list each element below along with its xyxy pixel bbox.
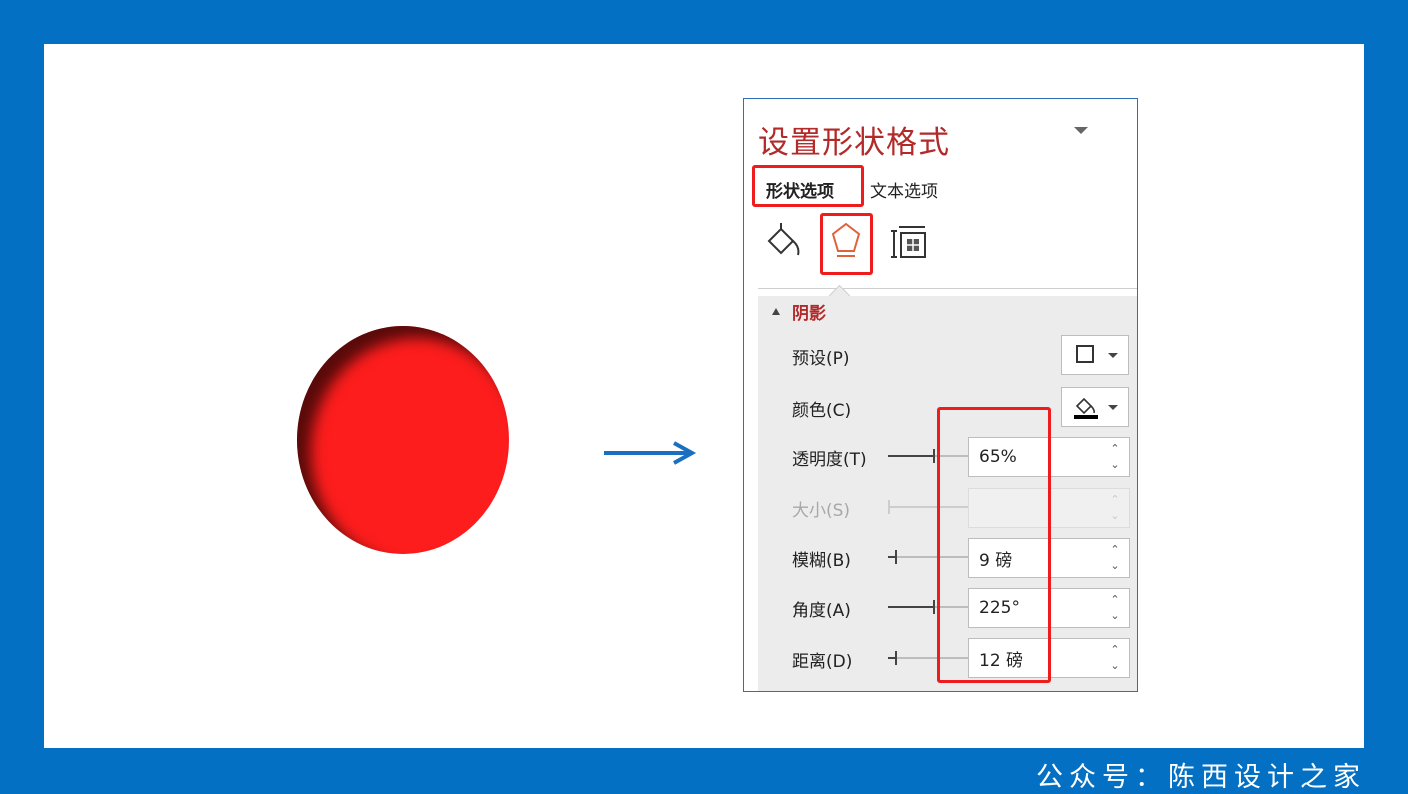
spin-down-icon: ⌄ [1110,509,1120,522]
right-arrow-icon [604,441,697,465]
pane-title: 设置形状格式 [758,125,950,161]
slide-canvas [44,44,1364,748]
shadow-section-title[interactable]: 阴影 [792,299,826,324]
format-shape-pane: 设置形状格式 形状选项 文本选项 阴影 预设(P) 颜色(C) 透明度(T) 6… [743,98,1138,692]
watermark-text: 公众号：陈西设计之家 [1036,762,1366,793]
preset-label: 预设(P) [792,349,850,369]
highlight-box-shadow-values [937,407,1051,683]
size-label: 大小(S) [792,501,851,521]
spin-down-icon[interactable]: ⌄ [1107,457,1123,473]
spin-up-icon[interactable]: ⌃ [1107,592,1123,608]
chevron-down-icon [1108,405,1118,410]
blur-label: 模糊(B) [792,551,851,571]
red-circle-inner-shadow [297,326,509,554]
spin-down-icon[interactable]: ⌄ [1107,558,1123,574]
transparency-label: 透明度(T) [792,450,867,470]
spin-up-icon[interactable]: ⌃ [1107,642,1123,658]
highlight-box-shape-options-tab [752,165,864,207]
icon-row-divider [758,288,1137,289]
collapse-triangle-icon[interactable] [772,308,780,315]
shadow-preset-square-icon [1076,345,1094,363]
spin-up-icon: ⌃ [1110,493,1120,506]
spin-up-icon[interactable]: ⌃ [1107,441,1123,457]
pane-options-dropdown-icon[interactable] [1074,127,1088,134]
angle-label: 角度(A) [792,601,851,621]
highlight-box-effects-icon [820,213,873,275]
spin-up-icon[interactable]: ⌃ [1107,542,1123,558]
chevron-down-icon [1108,353,1118,358]
fill-line-icon[interactable] [762,219,808,271]
distance-label: 距离(D) [792,652,853,672]
paint-bucket-icon [1074,397,1098,419]
shadow-preset-dropdown[interactable] [1061,335,1129,375]
spin-down-icon[interactable]: ⌄ [1107,658,1123,674]
color-label: 颜色(C) [792,401,852,421]
tab-text-options[interactable]: 文本选项 [870,177,938,202]
size-properties-icon[interactable] [887,219,933,271]
shadow-color-dropdown[interactable] [1061,387,1129,427]
spin-down-icon[interactable]: ⌄ [1107,608,1123,624]
